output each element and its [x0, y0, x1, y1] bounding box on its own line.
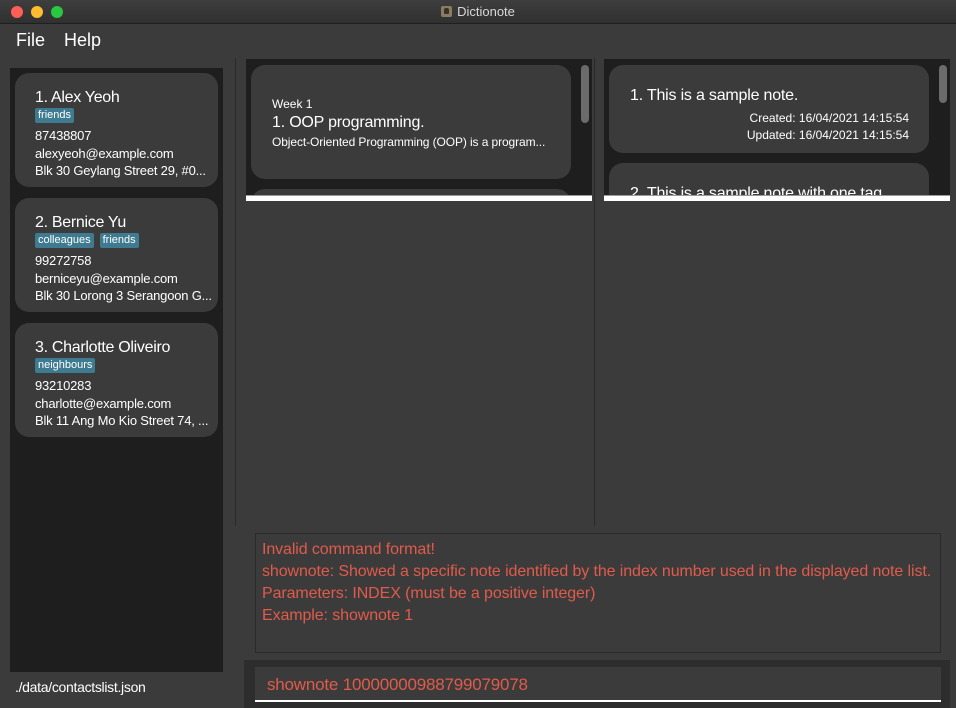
tag-label: friends: [99, 233, 139, 248]
content-description: Object-Oriented Programming (OOP) is a p…: [272, 135, 546, 149]
title-bar: Dictionote: [0, 0, 956, 24]
menu-file[interactable]: File: [16, 30, 45, 51]
contact-name: 1. Alex Yeoh: [35, 89, 120, 106]
contact-name: 3. Charlotte Oliveiro: [35, 339, 171, 356]
contact-phone: 93210283: [35, 378, 92, 393]
result-display: Invalid command format! shownote: Showed…: [255, 533, 941, 653]
window-title-wrap: Dictionote: [0, 4, 956, 19]
note-title: 1. This is a sample note.: [630, 87, 799, 104]
contact-card[interactable]: 3. Charlotte Oliveiro neighbours 9321028…: [15, 323, 218, 437]
contact-list-panel[interactable]: 1. Alex Yeoh friends 87438807 alexyeoh@e…: [10, 68, 223, 672]
content-title: 1. OOP programming.: [272, 114, 425, 131]
contact-phone: 99272758: [35, 253, 92, 268]
note-created: Created: 16/04/2021 14:15:54: [749, 111, 909, 125]
contact-email: charlotte@example.com: [35, 396, 172, 411]
contact-card[interactable]: 2. Bernice Yu colleagues friends 9927275…: [15, 198, 218, 312]
status-bar-path: ./data/contactslist.json: [15, 679, 146, 695]
panel-divider[interactable]: [235, 58, 236, 526]
content-list-hscrollbar[interactable]: [246, 195, 592, 201]
contact-address: Blk 30 Lorong 3 Serangoon G...: [35, 288, 212, 303]
app-window: Dictionote File Help 1. Alex Yeoh friend…: [0, 0, 956, 708]
content-list-panel[interactable]: Week 1 1. OOP programming. Object-Orient…: [246, 59, 592, 201]
window-title: Dictionote: [457, 4, 515, 19]
tag-label: colleagues: [35, 233, 94, 248]
app-icon: [441, 6, 453, 17]
note-card[interactable]: 1. This is a sample note. Created: 16/04…: [609, 65, 929, 153]
content-week: Week 1: [272, 97, 313, 111]
content-list-scrollbar[interactable]: [581, 65, 589, 123]
contact-email: berniceyu@example.com: [35, 271, 178, 286]
menu-bar: File Help: [0, 24, 956, 58]
contact-card[interactable]: 1. Alex Yeoh friends 87438807 alexyeoh@e…: [15, 73, 218, 187]
contact-tags: neighbours: [35, 358, 96, 373]
contact-email: alexyeoh@example.com: [35, 146, 174, 161]
note-list-hscrollbar[interactable]: [604, 195, 950, 201]
content-card[interactable]: Week 1 1. OOP programming. Object-Orient…: [251, 65, 571, 179]
command-input[interactable]: [255, 667, 941, 702]
note-list-panel[interactable]: 1. This is a sample note. Created: 16/04…: [604, 59, 950, 201]
contact-address: Blk 11 Ang Mo Kio Street 74, ...: [35, 413, 209, 428]
result-line: Invalid command format!: [262, 541, 435, 558]
contact-name: 2. Bernice Yu: [35, 214, 126, 231]
note-updated: Updated: 16/04/2021 14:15:54: [746, 128, 909, 142]
panel-divider[interactable]: [594, 58, 595, 526]
result-line: Parameters: INDEX (must be a positive in…: [262, 585, 596, 602]
tag-label: neighbours: [35, 358, 96, 373]
result-line: Example: shownote 1: [262, 607, 414, 624]
contact-tags: colleagues friends: [35, 233, 139, 248]
result-line: shownote: Showed a specific note identif…: [262, 563, 932, 580]
contact-tags: friends: [35, 108, 75, 123]
menu-help[interactable]: Help: [64, 30, 101, 51]
contact-phone: 87438807: [35, 128, 92, 143]
note-list-scrollbar[interactable]: [939, 65, 947, 103]
contact-address: Blk 30 Geylang Street 29, #0...: [35, 163, 206, 178]
tag-label: friends: [35, 108, 75, 123]
